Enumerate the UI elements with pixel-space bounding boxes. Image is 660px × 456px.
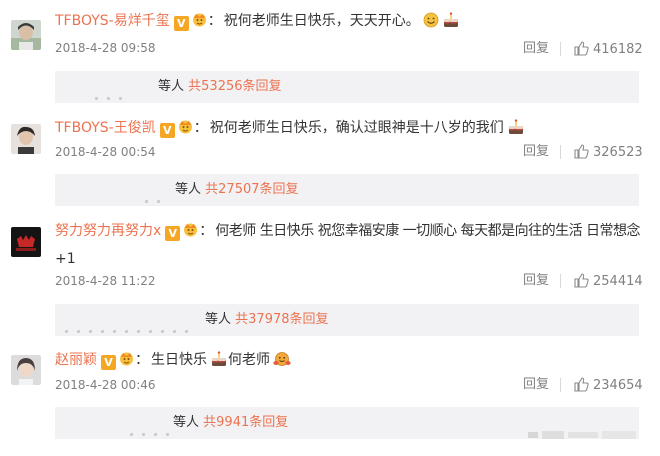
thumbs-up-icon — [574, 41, 589, 56]
avatar-image — [11, 20, 41, 50]
like-button[interactable]: 326523 — [574, 144, 643, 161]
thumbs-up-icon — [574, 273, 589, 288]
blurred-watermark-graphic — [528, 431, 636, 439]
comment-time: 2018-4-28 09:58 — [55, 41, 156, 55]
comment-text: 何老师 生日快乐 祝您幸福安康 一切顺心 每天都是向往的生活 日常想念 — [215, 223, 641, 239]
comment-text-continued: +1 — [55, 251, 76, 267]
reply-users-text: 等人 — [205, 312, 232, 327]
comment-text-suffix: 何老师 — [228, 352, 270, 368]
avatar-image — [11, 124, 41, 154]
reply-summary[interactable]: 等人 共37978条回复 — [55, 304, 639, 336]
comment-text: 生日快乐 — [151, 352, 207, 368]
comment-time: 2018-4-28 11:22 — [55, 274, 156, 288]
divider — [560, 42, 561, 56]
colon: ： — [199, 223, 214, 239]
avatar[interactable] — [11, 355, 41, 385]
avatar[interactable] — [11, 124, 41, 154]
reply-count-link[interactable]: 共9941条回复 — [203, 415, 288, 430]
reply-button[interactable]: 回复 — [523, 273, 549, 289]
avatar-image — [11, 227, 41, 257]
divider — [560, 274, 561, 288]
member-crown-icon — [182, 222, 199, 237]
avatar[interactable] — [11, 20, 41, 50]
reply-summary[interactable]: 等人 共27507条回复 — [55, 174, 639, 206]
like-button[interactable]: 416182 — [574, 41, 643, 58]
verified-badge: V — [159, 123, 175, 138]
avatar[interactable] — [11, 227, 41, 257]
watermark — [528, 428, 638, 445]
divider — [560, 378, 561, 392]
blurred-avatars — [65, 318, 197, 333]
comment-time: 2018-4-28 00:46 — [55, 378, 156, 392]
like-count: 254414 — [593, 274, 643, 289]
reply-count-link[interactable]: 共53256条回复 — [188, 79, 281, 94]
reply-summary[interactable]: 等人 共53256条回复 — [55, 71, 639, 103]
reply-count-link[interactable]: 共37978条回复 — [235, 312, 328, 327]
comment-text: 祝何老师生日快乐，天天开心。 — [223, 13, 420, 29]
reply-count-link[interactable]: 共27507条回复 — [205, 182, 298, 197]
like-button[interactable]: 254414 — [574, 273, 643, 290]
smile-emoji-icon — [423, 12, 439, 28]
thumbs-up-icon — [574, 144, 589, 159]
like-count: 416182 — [593, 42, 643, 57]
verified-badge: V — [173, 16, 189, 31]
reply-button[interactable]: 回复 — [523, 41, 549, 57]
verified-badge: V — [165, 226, 181, 241]
reply-button[interactable]: 回复 — [523, 144, 549, 160]
cake-emoji-icon — [442, 12, 460, 28]
blurred-avatars — [145, 188, 169, 203]
blurred-avatars — [130, 421, 178, 436]
verified-badge: V — [101, 355, 116, 370]
member-crown-icon — [191, 12, 208, 27]
colon: ： — [193, 120, 208, 136]
username-link[interactable]: TFBOYS-王俊凯 — [55, 120, 156, 136]
thumbs-up-icon — [574, 377, 589, 392]
colon: ： — [135, 352, 149, 368]
username-link[interactable]: TFBOYS-易烊千玺 — [55, 13, 170, 29]
avatar-image — [11, 355, 41, 385]
reply-users-text: 等人 — [175, 182, 202, 197]
like-count: 234654 — [593, 378, 643, 393]
member-crown-icon — [177, 119, 194, 134]
member-crown-icon — [118, 351, 135, 366]
divider — [560, 145, 561, 159]
cake-emoji-icon — [507, 119, 525, 135]
comment-text: 祝何老师生日快乐，确认过眼神是十八岁的我们 — [209, 120, 504, 136]
hug-emoji-icon — [273, 351, 291, 367]
reply-users-text: 等人 — [173, 415, 200, 430]
like-button[interactable]: 234654 — [574, 377, 643, 394]
cake-emoji-icon — [210, 351, 228, 367]
colon: ： — [207, 13, 222, 29]
username-link[interactable]: 赵丽颖 — [55, 352, 97, 368]
reply-button[interactable]: 回复 — [523, 377, 549, 393]
blurred-avatars — [95, 85, 131, 100]
like-count: 326523 — [593, 145, 643, 160]
username-link[interactable]: 努力努力再努力x — [55, 223, 161, 239]
comment-time: 2018-4-28 00:54 — [55, 145, 156, 159]
reply-users-text: 等人 — [158, 79, 185, 94]
